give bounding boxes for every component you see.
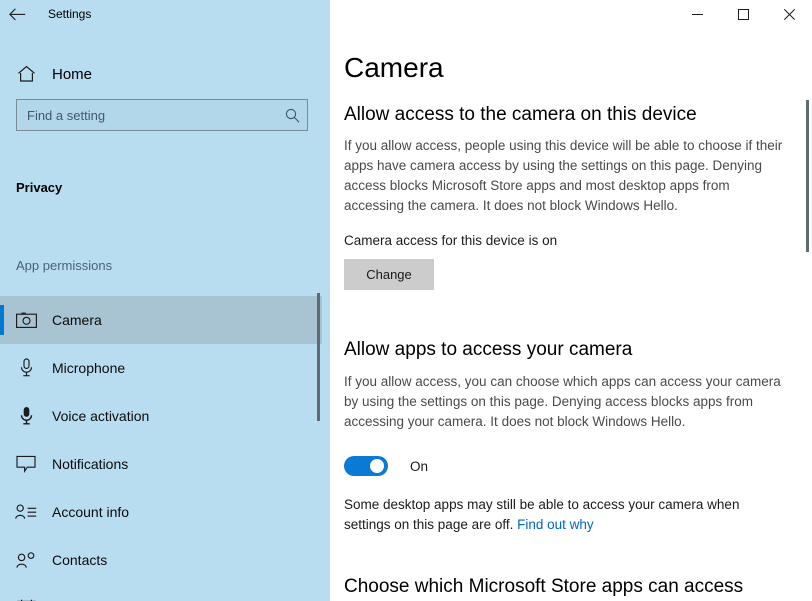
sidebar-item-label: Microphone	[52, 360, 126, 376]
sidebar-item-label: Notifications	[52, 456, 129, 472]
find-out-why-link[interactable]: Find out why	[517, 517, 594, 532]
main-scrollbar-thumb[interactable]	[806, 100, 809, 252]
microphone-icon	[4, 358, 48, 378]
app-camera-access-toggle[interactable]	[344, 456, 388, 476]
sidebar-item-notifications[interactable]: Notifications	[0, 440, 322, 488]
section-heading-store-apps: Choose which Microsoft Store apps can ac…	[344, 576, 744, 597]
sidebar-item-label: Contacts	[52, 552, 108, 568]
sidebar-group-label: App permissions	[16, 258, 113, 273]
section-description-device-access: If you allow access, people using this d…	[344, 138, 783, 213]
toggle-state-label: On	[410, 458, 429, 474]
close-icon	[783, 8, 795, 20]
sidebar-item-camera[interactable]: Camera	[0, 296, 322, 344]
window-controls	[674, 0, 812, 28]
sidebar-item-microphone[interactable]: Microphone	[0, 344, 322, 392]
contacts-icon	[4, 551, 48, 569]
maximize-icon	[737, 8, 749, 20]
app-camera-access-toggle-row: On	[344, 456, 428, 476]
sidebar-item-contacts[interactable]: Contacts	[0, 536, 322, 584]
selection-accent-bar	[0, 305, 4, 335]
title-bar-left-region: Settings	[0, 0, 330, 28]
section-heading-app-access: Allow apps to access your camera	[344, 339, 633, 360]
camera-access-status: Camera access for this device is on	[344, 233, 558, 248]
sidebar-item-label: Voice activation	[52, 408, 150, 424]
sidebar-item-voice-activation[interactable]: Voice activation	[0, 392, 322, 440]
main-content: Camera Allow access to the camera on thi…	[330, 28, 812, 601]
section-heading-device-access: Allow access to the camera on this devic…	[344, 104, 697, 125]
notification-icon	[4, 455, 48, 473]
search-box[interactable]	[16, 99, 308, 131]
desktop-apps-note: Some desktop apps may still be able to a…	[344, 495, 788, 535]
back-button[interactable]	[0, 0, 34, 28]
sidebar: Home Privacy App permissions	[0, 28, 330, 601]
change-button[interactable]: Change	[344, 259, 434, 290]
section-description-app-access: If you allow access, you can choose whic…	[344, 374, 781, 429]
sidebar-item-home[interactable]: Home	[0, 54, 330, 94]
sidebar-item-label: Camera	[52, 312, 102, 328]
account-info-icon	[4, 504, 48, 520]
settings-window: Settings Home Find a setting Privacy App…	[0, 0, 812, 601]
home-label: Home	[52, 65, 93, 83]
minimize-icon	[691, 13, 703, 15]
voice-activation-icon	[4, 406, 48, 426]
title-bar: Settings	[0, 0, 812, 28]
toggle-knob	[370, 459, 384, 473]
camera-icon	[4, 312, 48, 329]
minimize-button[interactable]	[674, 0, 720, 28]
sidebar-item-calendar[interactable]: Calendar	[0, 584, 322, 601]
page-title: Camera	[344, 52, 444, 83]
maximize-button[interactable]	[720, 0, 766, 28]
close-button[interactable]	[766, 0, 812, 28]
sidebar-section-title: Privacy	[16, 180, 63, 195]
app-title: Settings	[48, 7, 92, 21]
sidebar-nav-list: Camera Microphone Voice activation Notif…	[0, 296, 330, 601]
back-arrow-icon	[8, 7, 25, 20]
search-input[interactable]	[17, 107, 277, 123]
sidebar-item-account-info[interactable]: Account info	[0, 488, 322, 536]
sidebar-scrollbar-thumb[interactable]	[317, 293, 320, 421]
search-icon[interactable]	[277, 108, 307, 123]
home-icon	[4, 65, 48, 83]
sidebar-item-label: Account info	[52, 504, 130, 520]
